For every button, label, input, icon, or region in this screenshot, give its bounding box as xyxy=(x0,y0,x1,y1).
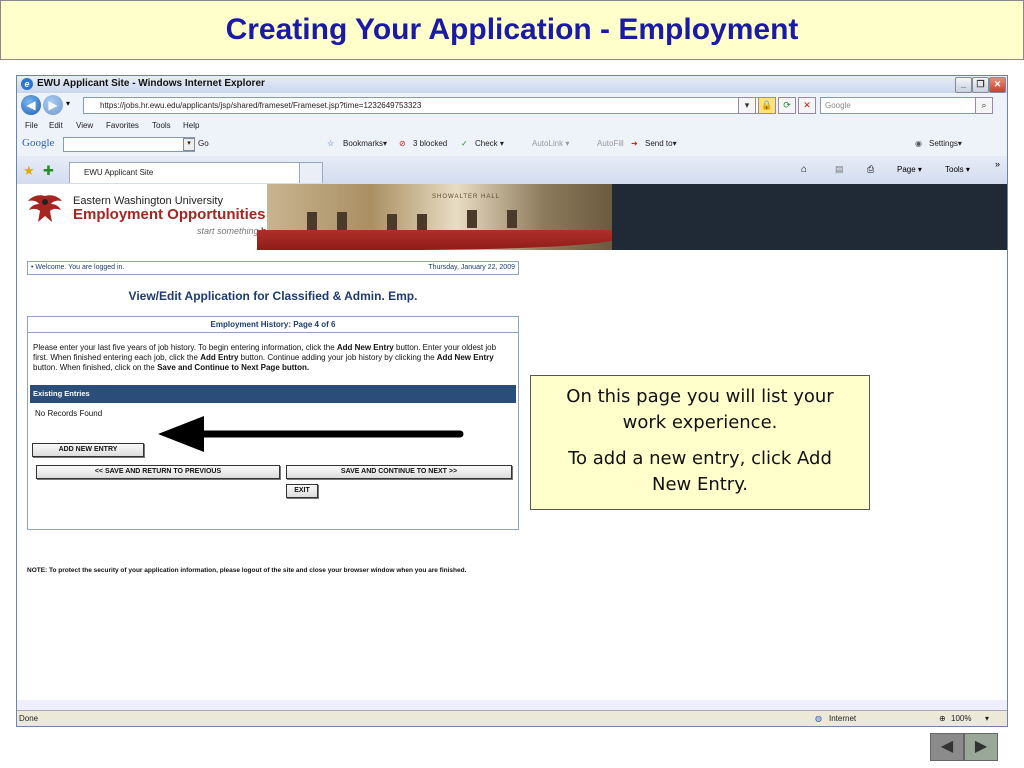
internet-zone: Internet xyxy=(829,714,857,723)
eagle-logo-icon xyxy=(28,195,62,222)
current-date: Thursday, January 22, 2009 xyxy=(428,264,515,271)
lock-icon[interactable]: 🔒 xyxy=(758,97,776,114)
exit-button[interactable]: EXIT xyxy=(286,484,318,498)
add-favorites-icon[interactable]: ✚ xyxy=(43,163,54,179)
callout-line-2: To add a new entry, click Add New Entry. xyxy=(568,448,832,495)
zoom-dropdown-icon[interactable]: ▾ xyxy=(985,714,989,723)
save-continue-next-button[interactable]: SAVE AND CONTINUE TO NEXT >> xyxy=(286,465,512,479)
forward-button[interactable]: ▶ xyxy=(43,95,63,115)
back-button[interactable]: ◀ xyxy=(21,95,41,115)
next-slide-button[interactable]: ▶ xyxy=(964,733,998,761)
existing-entries-header: Existing Entries xyxy=(30,385,516,403)
send-to-icon: ➜ xyxy=(631,139,638,148)
search-input[interactable]: Google xyxy=(820,97,976,114)
print-icon[interactable]: ⎙ xyxy=(867,164,874,175)
save-return-previous-button[interactable]: << SAVE AND RETURN TO PREVIOUS xyxy=(36,465,280,479)
popup-blocked-count[interactable]: 3 blocked xyxy=(413,139,447,148)
autolink-button[interactable]: AutoLink ▾ xyxy=(532,139,569,148)
tab-label: EWU Applicant Site xyxy=(84,168,154,177)
zoom-level[interactable]: 100% xyxy=(951,714,971,723)
banner-swoosh xyxy=(257,230,617,250)
address-input[interactable]: https://jobs.hr.ewu.edu/applicants/jsp/s… xyxy=(83,97,769,114)
menu-tools[interactable]: Tools xyxy=(152,121,171,130)
status-bar: Done ◍ Internet ⊕ 100% ▾ xyxy=(17,710,1007,726)
menu-view[interactable]: View xyxy=(76,121,93,130)
google-go-button[interactable]: Go xyxy=(198,139,209,148)
employment-opportunities: Employment Opportunities xyxy=(73,206,266,223)
new-tab-button[interactable] xyxy=(299,162,323,183)
maximize-icon[interactable]: ❐ xyxy=(972,77,989,93)
close-icon[interactable]: ✕ xyxy=(989,77,1006,93)
callout-box: On this page you will list your work exp… xyxy=(530,375,870,510)
google-search-input[interactable] xyxy=(63,137,195,152)
feeds-icon[interactable]: ▤ xyxy=(835,164,844,175)
pointer-arrow-icon xyxy=(158,416,464,452)
building-photo: SHOWALTER HALL xyxy=(257,184,617,250)
minimize-icon[interactable]: _ xyxy=(955,77,972,93)
google-toolbar: Google ▾ Go ☆ Bookmarks▾ ⊘ 3 blocked ✓ C… xyxy=(17,134,1007,157)
add-new-entry-button[interactable]: ADD NEW ENTRY xyxy=(32,443,144,457)
instructions: Please enter your last five years of job… xyxy=(33,343,497,372)
bookmarks-button[interactable]: Bookmarks▾ xyxy=(343,139,387,148)
window-title: EWU Applicant Site - Windows Internet Ex… xyxy=(37,78,265,89)
internet-zone-icon: ◍ xyxy=(815,714,822,723)
settings-icon: ◉ xyxy=(915,139,922,148)
horizontal-scrollbar[interactable] xyxy=(17,700,1007,710)
menu-file[interactable]: File xyxy=(25,121,38,130)
address-dropdown-icon[interactable]: ▾ xyxy=(738,97,756,114)
menu-edit[interactable]: Edit xyxy=(49,121,63,130)
callout-line-1: On this page you will list your work exp… xyxy=(566,386,834,433)
search-icon[interactable]: ⌕ xyxy=(975,97,993,114)
banner-dark-panel xyxy=(612,184,1007,250)
refresh-icon[interactable]: ⟳ xyxy=(778,97,796,114)
tools-menu[interactable]: Tools ▾ xyxy=(945,165,970,174)
panel-header: Employment History: Page 4 of 6 xyxy=(28,317,518,333)
tagline-text: start something xyxy=(197,226,259,236)
google-dropdown-icon[interactable]: ▾ xyxy=(183,138,195,151)
history-dropdown-icon[interactable]: ▾ xyxy=(66,99,70,108)
prev-slide-button[interactable]: ◀ xyxy=(930,733,964,761)
window-title-bar: e EWU Applicant Site - Windows Internet … xyxy=(17,76,1007,93)
tab-bar: ★ ✚ EWU Applicant Site ⌂ ▤ ⎙ Page ▾ Tool… xyxy=(17,156,1007,184)
address-bar-row: ◀ ▶ ▾ https://jobs.hr.ewu.edu/applicants… xyxy=(17,93,1007,119)
menu-bar: File Edit View Favorites Tools Help xyxy=(17,119,1007,134)
tab-ewu-applicant-site[interactable]: EWU Applicant Site xyxy=(69,162,313,183)
menu-help[interactable]: Help xyxy=(183,121,199,130)
no-records-text: No Records Found xyxy=(35,409,103,418)
url-text: https://jobs.hr.ewu.edu/applicants/jsp/s… xyxy=(100,101,422,110)
spellcheck-icon: ✓ xyxy=(461,139,468,148)
welcome-bar: • Welcome. You are logged in. Thursday, … xyxy=(27,261,519,275)
status-text: Done xyxy=(19,714,39,723)
home-icon[interactable]: ⌂ xyxy=(801,164,807,175)
check-button[interactable]: Check ▾ xyxy=(475,139,504,148)
site-banner: Eastern Washington University Employment… xyxy=(17,184,1007,252)
favorites-star-icon[interactable]: ★ xyxy=(23,163,35,179)
security-note: NOTE: To protect the security of your ap… xyxy=(27,567,467,574)
welcome-text: • Welcome. You are logged in. xyxy=(31,264,125,271)
slide-title-bar: Creating Your Application - Employment xyxy=(0,0,1024,60)
menu-favorites[interactable]: Favorites xyxy=(106,121,139,130)
google-logo: Google xyxy=(22,137,55,149)
chevron-more-icon[interactable]: » xyxy=(995,159,1000,169)
stop-icon[interactable]: ✕ xyxy=(798,97,816,114)
ie-logo-icon: e xyxy=(21,78,33,90)
application-heading: View/Edit Application for Classified & A… xyxy=(128,289,418,303)
star-icon: ☆ xyxy=(327,139,335,148)
slide-title: Creating Your Application - Employment xyxy=(225,13,799,46)
page-menu[interactable]: Page ▾ xyxy=(897,165,922,174)
building-sign: SHOWALTER HALL xyxy=(432,194,501,200)
zoom-icon[interactable]: ⊕ xyxy=(939,714,946,723)
search-placeholder: Google xyxy=(825,101,851,110)
send-to-button[interactable]: Send to▾ xyxy=(645,139,677,148)
autofill-button[interactable]: AutoFill xyxy=(597,139,624,148)
popup-blocker-icon: ⊘ xyxy=(399,139,406,148)
settings-button[interactable]: Settings▾ xyxy=(929,139,962,148)
